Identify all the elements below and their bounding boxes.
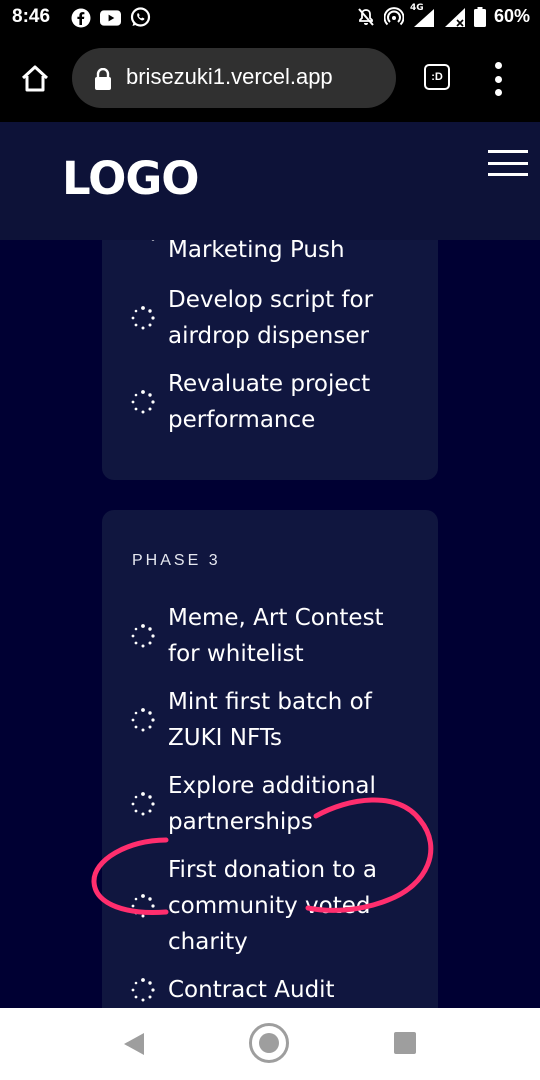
home-nav-icon[interactable]: [248, 1022, 290, 1064]
site-logo[interactable]: LOGO: [62, 152, 200, 205]
browser-menu-button[interactable]: [492, 62, 504, 96]
roadmap-item-text: Contract Audit: [168, 977, 335, 1003]
phase-title: PHASE 3: [132, 552, 221, 569]
roadmap-item: Meme, Art Contest for whitelist: [131, 600, 428, 672]
home-icon: [21, 65, 49, 92]
roadmap-item-text: Revaluate project: [168, 371, 371, 397]
loading-spinner-icon: [131, 306, 155, 330]
loading-spinner-icon: [151, 240, 155, 241]
tab-switcher-button[interactable]: :D: [424, 64, 450, 90]
recent-apps-icon[interactable]: [394, 1032, 416, 1054]
status-right: 4G 60%: [356, 3, 530, 27]
loading-spinner-icon: [131, 624, 155, 648]
roadmap-item-text: community voted: [168, 893, 371, 919]
roadmap-item-text: Meme, Art Contest: [168, 605, 384, 631]
phase-card: Marketing Push Develop script for airdro…: [102, 240, 438, 480]
facebook-icon: [70, 7, 91, 28]
roadmap-item-text: performance: [168, 407, 316, 433]
roadmap-item-text: First donation to a: [168, 857, 377, 883]
roadmap-item-text: Marketing Push: [168, 240, 345, 263]
back-icon[interactable]: [122, 1032, 146, 1056]
whatsapp-icon: [130, 7, 151, 28]
loading-spinner-icon: [131, 708, 155, 732]
loading-spinner-icon: [131, 978, 155, 1002]
roadmap-item: Marketing Push: [151, 240, 428, 268]
roadmap-item-text: charity: [168, 929, 248, 955]
signal-4g-icon: 4G: [410, 3, 436, 27]
network-type-label: 4G: [409, 2, 424, 13]
menu-dot-icon: [494, 89, 502, 96]
browser-toolbar: brisezuki1.vercel.app :D: [0, 36, 540, 122]
roadmap-item: Mint first batch of ZUKI NFTs: [131, 684, 428, 756]
youtube-icon: [100, 7, 121, 28]
roadmap-item-text: Mint first batch of: [168, 689, 372, 715]
loading-spinner-icon: [131, 390, 155, 414]
roadmap-item: First donation to a community voted char…: [131, 852, 428, 960]
tab-switcher-label: :D: [431, 71, 443, 83]
phase-card: PHASE 3 Meme, Art Contest for whitelist …: [102, 510, 438, 1008]
roadmap-item-text: for whitelist: [168, 641, 304, 667]
home-button[interactable]: [18, 62, 52, 96]
system-nav-bar: [0, 1008, 540, 1080]
hamburger-menu-icon[interactable]: [488, 150, 528, 176]
site-header: LOGO: [0, 122, 540, 240]
roadmap-item-text: airdrop dispenser: [168, 323, 369, 349]
loading-spinner-icon: [131, 894, 155, 918]
roadmap-item-text: Develop script for: [168, 287, 374, 313]
loading-spinner-icon: [131, 792, 155, 816]
roadmap-item-text: Explore additional: [168, 773, 376, 799]
roadmap-item-text: ZUKI NFTs: [168, 725, 283, 751]
roadmap-section: Marketing Push Develop script for airdro…: [0, 240, 540, 1008]
lock-icon: [95, 68, 111, 90]
roadmap-item: Contract Audit: [131, 972, 428, 1008]
address-bar[interactable]: brisezuki1.vercel.app: [72, 48, 396, 108]
battery-percent: 60%: [493, 6, 530, 26]
url-text: brisezuki1.vercel.app: [126, 64, 333, 89]
status-bar: 8:46 4G 60%: [0, 0, 540, 36]
battery-icon: [473, 6, 486, 27]
hotspot-icon: [383, 6, 404, 25]
roadmap-item: Explore additional partnerships: [131, 768, 428, 840]
notification-icons: [70, 7, 151, 28]
menu-dot-icon: [494, 62, 502, 69]
status-time: 8:46: [12, 6, 51, 27]
signal-icon: [444, 7, 465, 27]
roadmap-item: Revaluate project performance: [131, 366, 428, 438]
menu-dot-icon: [494, 75, 502, 83]
roadmap-item: Develop script for airdrop dispenser: [131, 282, 428, 354]
roadmap-item-text: partnerships: [168, 809, 313, 835]
mute-icon: [358, 7, 374, 26]
